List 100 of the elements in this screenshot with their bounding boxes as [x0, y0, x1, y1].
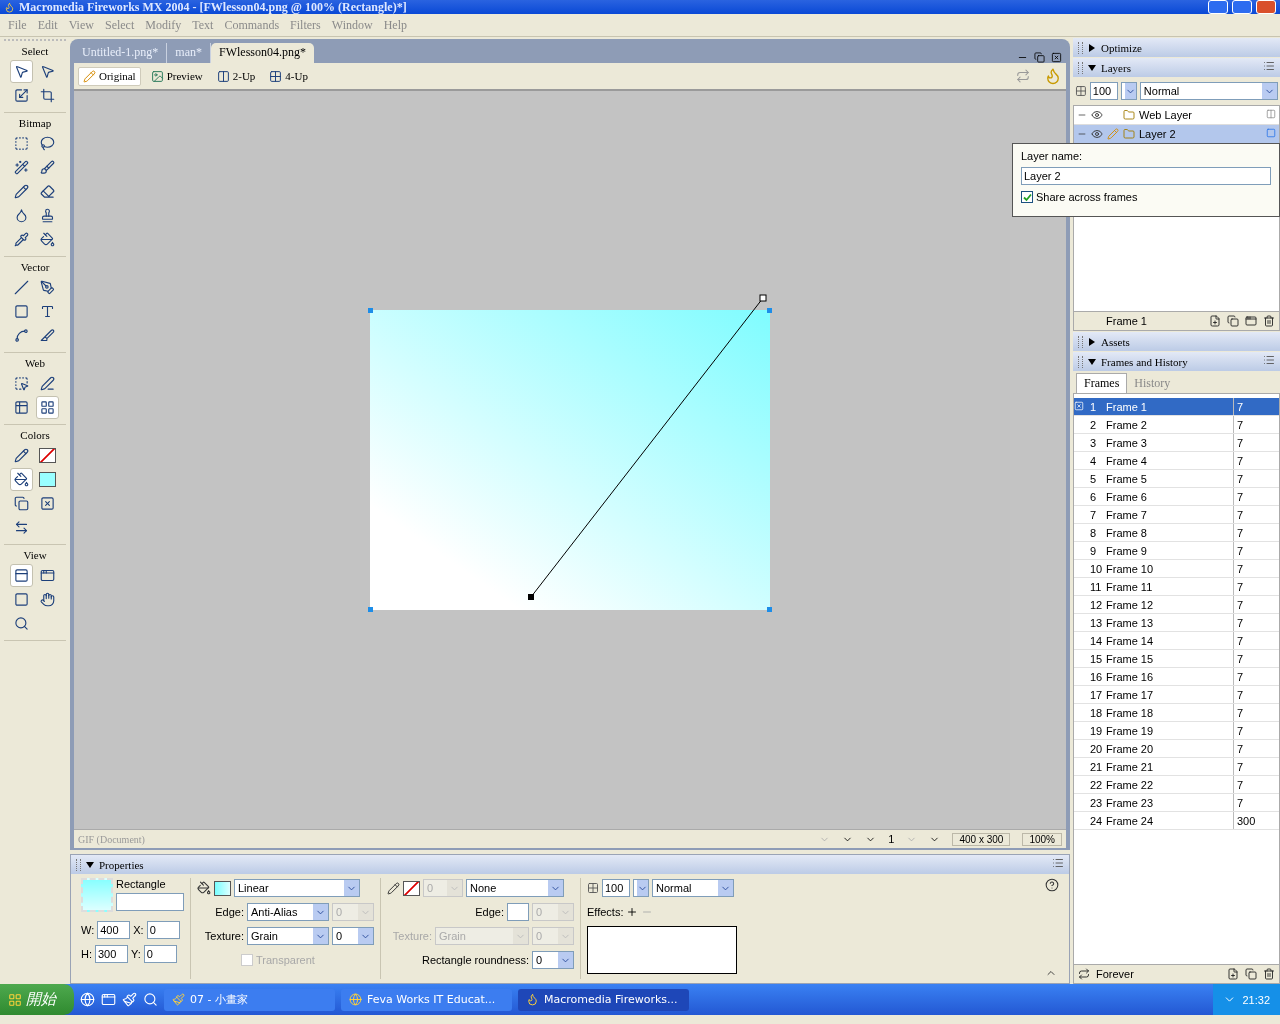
height-field[interactable]: 300	[95, 945, 128, 963]
layer-opacity-field[interactable]: 100	[1089, 82, 1118, 100]
frame-row[interactable]: 4 Frame 4 7	[1074, 452, 1279, 470]
frame-row[interactable]: 3 Frame 3 7	[1074, 434, 1279, 452]
layer-row[interactable]: Web Layer	[1074, 106, 1279, 125]
frame-number: 19	[1090, 724, 1104, 737]
frame-row[interactable]: 10 Frame 10 7	[1074, 560, 1279, 578]
new-frame-icon	[1227, 968, 1239, 980]
frame-row[interactable]: 11 Frame 11 7	[1074, 578, 1279, 596]
frame-row[interactable]: 12 Frame 12 7	[1074, 596, 1279, 614]
panel-title: Optimize	[1101, 41, 1142, 54]
eye-icon	[1091, 128, 1103, 140]
width-field[interactable]: 400	[97, 921, 131, 939]
frame-delay: 7	[1233, 524, 1279, 541]
stroke-edge-field[interactable]	[507, 903, 529, 921]
stroke-type-dropdown[interactable]: None	[466, 879, 564, 897]
roundness-dropdown[interactable]: 0	[532, 951, 574, 969]
panel-header[interactable]: Assets	[1073, 332, 1280, 351]
panel-header[interactable]: Frames and History	[1073, 352, 1280, 371]
frame-number: 6	[1090, 490, 1098, 503]
frame-row[interactable]: 17 Frame 17 7	[1074, 686, 1279, 704]
frame-row[interactable]: 2 Frame 2 7	[1074, 416, 1279, 434]
tool-button[interactable]	[10, 468, 33, 491]
frame-row[interactable]: 24 Frame 24 300	[1074, 812, 1279, 830]
fill-color-swatch[interactable]	[214, 880, 231, 896]
canvas-size-label: 400 x 300	[952, 832, 1011, 846]
layer-blend-dropdown[interactable]: Normal	[1139, 82, 1278, 100]
x-label: X:	[133, 924, 144, 936]
frame-row[interactable]: 21 Frame 21 7	[1074, 758, 1279, 776]
frame-row[interactable]: 16 Frame 16 7	[1074, 668, 1279, 686]
frame-name: Frame 9	[1106, 544, 1148, 557]
view-tab[interactable]: Original	[78, 66, 141, 86]
frame-row[interactable]: 1 Frame 1 7	[1074, 398, 1279, 416]
object-type-label: Rectangle	[116, 878, 167, 890]
frame-delay: 7	[1233, 452, 1279, 469]
taskbar-button[interactable]: Macromedia Fireworks...	[518, 988, 689, 1011]
tool-button[interactable]	[36, 396, 59, 419]
panel-header[interactable]: Optimize	[1073, 38, 1280, 57]
start-button[interactable]: 開始	[0, 984, 74, 1015]
minimize-button[interactable]	[1208, 0, 1228, 14]
tool-button[interactable]	[10, 60, 33, 83]
landscape-icon	[150, 69, 164, 83]
panel-header[interactable]: Layers	[1073, 58, 1280, 77]
frame-row[interactable]: 13 Frame 13 7	[1074, 614, 1279, 632]
stroke-color-swatch[interactable]	[403, 880, 420, 896]
effects-list[interactable]	[587, 926, 737, 974]
frame-delay: 7	[1233, 542, 1279, 559]
taskbar-button[interactable]: Feva Works IT Educat...	[341, 988, 512, 1011]
properties-header[interactable]: Properties	[71, 855, 1069, 874]
opacity-field[interactable]: 100	[602, 879, 630, 897]
frame-row[interactable]: 22 Frame 22 7	[1074, 776, 1279, 794]
fill-type-dropdown[interactable]: Linear	[234, 879, 360, 897]
panel-title: Properties	[99, 858, 144, 871]
layer-name-field[interactable]: Layer 2	[1021, 167, 1271, 185]
frame-delay: 7	[1233, 776, 1279, 793]
close-button[interactable]	[1256, 0, 1276, 14]
x-field[interactable]: 0	[146, 921, 180, 939]
eye-icon	[1091, 109, 1103, 121]
frame-name: Frame 21	[1106, 760, 1155, 773]
no-color-icon	[40, 496, 55, 511]
maximize-button[interactable]	[1232, 0, 1252, 14]
frame-row[interactable]: 19 Frame 19 7	[1074, 722, 1279, 740]
frame-delay: 7	[1233, 650, 1279, 667]
frame-row[interactable]: 7 Frame 7 7	[1074, 506, 1279, 524]
frame-delay: 7	[1233, 722, 1279, 739]
zoom-icon	[14, 616, 29, 631]
frame-row[interactable]: 14 Frame 14 7	[1074, 632, 1279, 650]
expanded-caret-icon	[1088, 63, 1096, 72]
frame-delay: 7	[1233, 632, 1279, 649]
selection-handle[interactable]	[368, 607, 373, 612]
frame-row[interactable]: 15 Frame 15 7	[1074, 650, 1279, 668]
frame-row[interactable]: 18 Frame 18 7	[1074, 704, 1279, 722]
frame-row[interactable]: 20 Frame 20 7	[1074, 740, 1279, 758]
frame-row[interactable]: 23 Frame 23 7	[1074, 794, 1279, 812]
frame-name: Frame 4	[1106, 454, 1148, 467]
y-field[interactable]: 0	[143, 945, 177, 963]
frame-row[interactable]: 8 Frame 8 7	[1074, 524, 1279, 542]
document-tab[interactable]: FWlesson04.png*	[211, 43, 314, 63]
frame-number: 13	[1090, 616, 1104, 629]
zoom-dropdown[interactable]: 100%	[1022, 832, 1062, 846]
selection-handle[interactable]	[767, 308, 772, 313]
share-frames-checkbox[interactable]	[1021, 191, 1033, 203]
selection-handle[interactable]	[767, 607, 772, 612]
view-tab[interactable]: Preview	[146, 67, 207, 85]
view-tab[interactable]: 2-Up	[212, 67, 260, 85]
frame-row[interactable]: 5 Frame 5 7	[1074, 470, 1279, 488]
panel-tab[interactable]: Frames	[1076, 373, 1128, 393]
taskbar-button[interactable]: 07 - 小畫家	[164, 988, 335, 1011]
frame-row[interactable]: 6 Frame 6 7	[1074, 488, 1279, 506]
object-name-field[interactable]	[116, 893, 184, 911]
freeform-icon	[14, 328, 29, 343]
edge-dropdown[interactable]: Anti-Alias	[247, 903, 329, 921]
frame-delay: 300	[1233, 812, 1279, 829]
texture-amount-dropdown[interactable]: 0	[332, 927, 374, 945]
blend-mode-dropdown[interactable]: Normal	[652, 879, 734, 897]
frame-row[interactable]: 9 Frame 9 7	[1074, 542, 1279, 560]
view-tab[interactable]: 4-Up	[265, 67, 312, 85]
tool-button[interactable]	[10, 564, 33, 587]
texture-dropdown[interactable]: Grain	[247, 927, 329, 945]
selection-handle[interactable]	[368, 308, 373, 313]
